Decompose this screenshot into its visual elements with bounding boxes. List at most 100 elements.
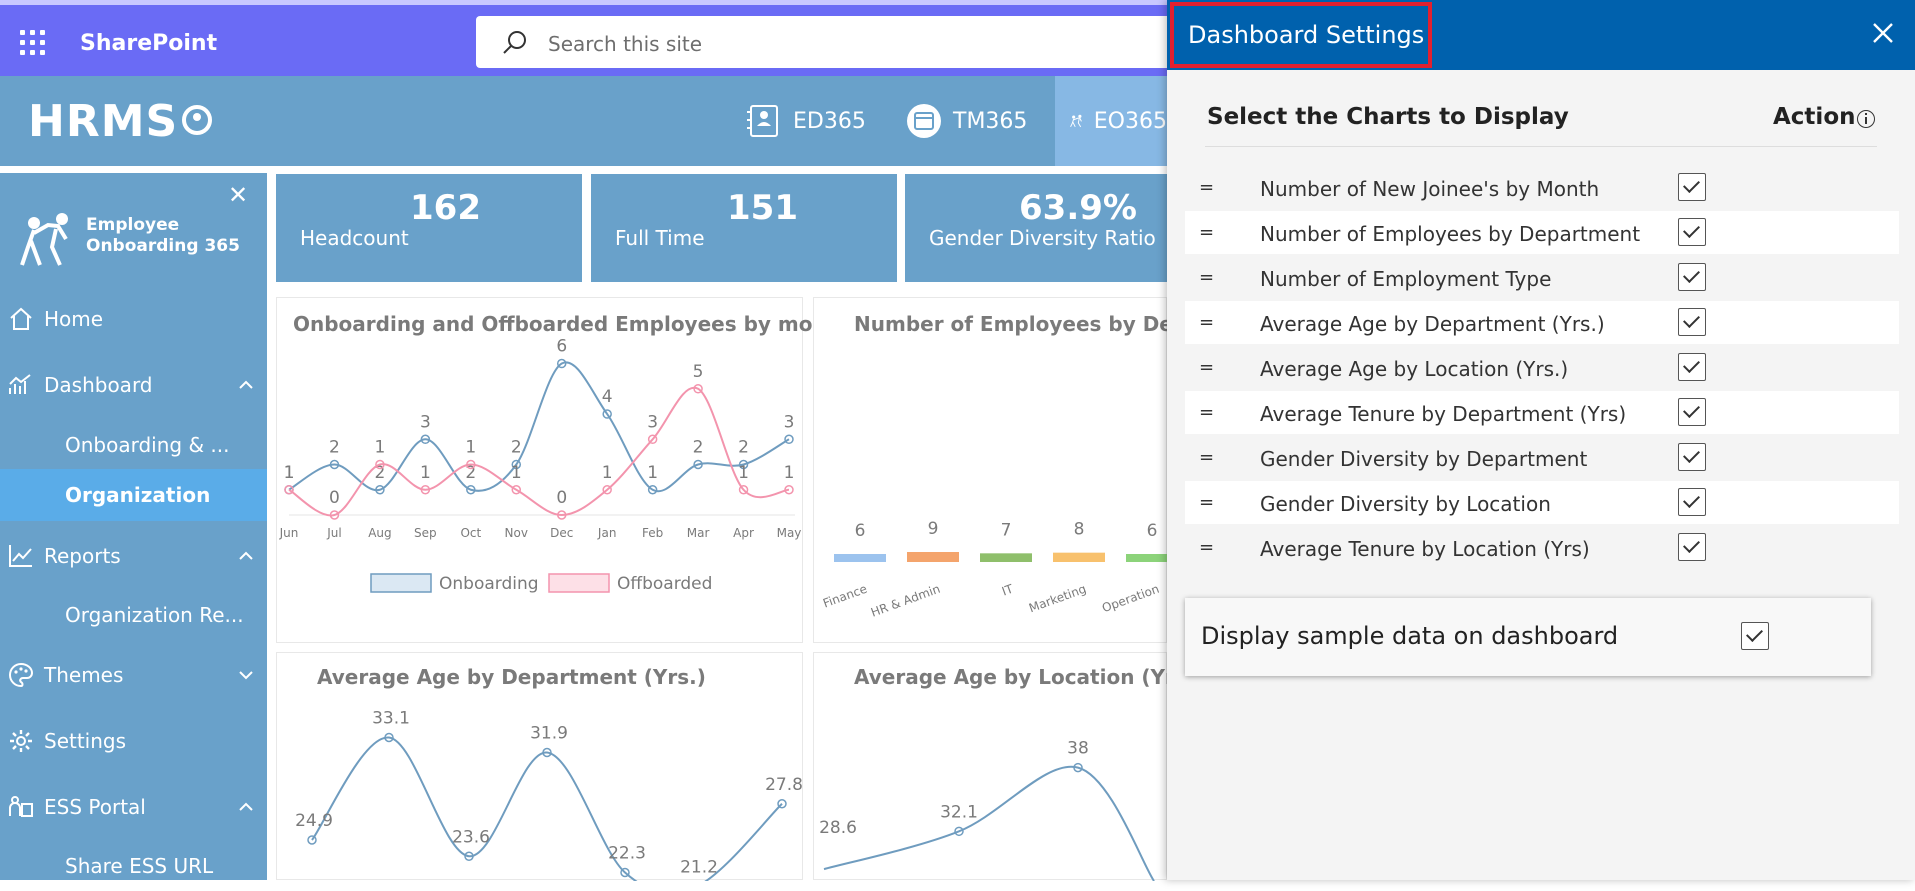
chart-option-checkbox[interactable] <box>1678 173 1706 201</box>
chart-option-checkbox[interactable] <box>1678 353 1706 381</box>
sidebar-item-themes[interactable]: Themes <box>0 650 267 700</box>
dashboard-chart-icon <box>9 374 31 394</box>
chart-option-label: Average Tenure by Location (Yrs) <box>1260 537 1590 561</box>
sidebar-item-organization-reports[interactable]: Organization Re... <box>0 590 267 640</box>
chart-option-row[interactable]: = Average Age by Location (Yrs.) <box>1185 346 1899 389</box>
sidebar-item-settings[interactable]: Settings <box>0 716 267 766</box>
bar <box>1053 552 1105 562</box>
time-management-icon <box>907 104 941 138</box>
x-tick-label: May <box>777 526 802 540</box>
hrms-logo[interactable]: HRMS <box>28 96 213 147</box>
chart-option-checkbox[interactable] <box>1678 398 1706 426</box>
chart-option-label: Average Tenure by Department (Yrs) <box>1260 402 1627 426</box>
sidebar-app-name-line2: Onboarding 365 <box>86 236 240 256</box>
chart-option-checkbox[interactable] <box>1678 308 1706 336</box>
info-icon[interactable] <box>1857 110 1875 128</box>
kpi-value: 162 <box>410 188 481 228</box>
drag-handle-icon[interactable]: = <box>1199 222 1214 243</box>
close-icon[interactable] <box>1870 20 1896 46</box>
kpi-label: Headcount <box>300 226 409 250</box>
data-label: 6 <box>855 521 866 541</box>
chart-card-employees-department: Number of Employees by Depart 6 Finance 9 H… <box>813 297 1220 643</box>
sidebar-item-organization[interactable]: Organization <box>0 469 267 521</box>
data-label: 2 <box>329 438 340 458</box>
employee-onboarding-logo-icon <box>20 213 68 266</box>
chevron-down-icon <box>239 671 253 680</box>
sidebar-app-header: Employee Onboarding 365 <box>16 209 256 269</box>
data-label: 9 <box>928 519 939 539</box>
x-tick-label: Jul <box>326 526 341 540</box>
chart-option-checkbox[interactable] <box>1678 443 1706 471</box>
data-label: 2 <box>511 438 522 458</box>
kpi-value: 63.9% <box>1019 188 1137 228</box>
sidebar-app-name: Employee Onboarding 365 <box>86 215 240 257</box>
chart-option-checkbox[interactable] <box>1678 533 1706 561</box>
hrms-logo-icon <box>182 105 213 135</box>
search-input[interactable]: Search this site <box>548 32 702 56</box>
drag-handle-icon[interactable]: = <box>1199 402 1214 423</box>
chart-option-checkbox[interactable] <box>1678 218 1706 246</box>
drag-handle-icon[interactable]: = <box>1199 357 1214 378</box>
tab-eo365[interactable]: EO365 <box>1055 76 1167 166</box>
chart-option-row[interactable]: = Gender Diversity by Location <box>1185 481 1899 524</box>
close-sidebar-icon[interactable]: ✕ <box>228 181 248 210</box>
x-tick-label: Feb <box>642 526 663 540</box>
chart-option-row[interactable]: = Average Tenure by Location (Yrs) <box>1185 526 1899 569</box>
data-label: 4 <box>602 387 613 407</box>
data-label: 5 <box>693 362 704 382</box>
sharepoint-title[interactable]: SharePoint <box>80 31 217 56</box>
sidebar-item-label: Dashboard <box>44 373 153 397</box>
sidebar-item-label: Onboarding & ... <box>65 433 230 457</box>
data-label: 7 <box>1001 520 1012 540</box>
chart-option-row[interactable]: = Number of Employees by Department <box>1185 211 1899 254</box>
sidebar-item-home[interactable]: Home <box>0 294 267 344</box>
data-label: 3 <box>647 412 658 432</box>
x-tick-label: Finance <box>821 582 869 611</box>
data-label: 3 <box>784 412 795 432</box>
chart-option-row[interactable]: = Number of Employment Type <box>1185 256 1899 299</box>
chart-option-checkbox[interactable] <box>1678 488 1706 516</box>
chart-option-row[interactable]: = Gender Diversity by Department <box>1185 436 1899 479</box>
sidebar-item-dashboard[interactable]: Dashboard <box>0 360 267 410</box>
onboarding-icon <box>1070 114 1082 128</box>
x-tick-label: Oct <box>460 526 481 540</box>
drag-handle-icon[interactable]: = <box>1199 537 1214 558</box>
chart-option-row[interactable]: = Number of New Joinee's by Month <box>1185 166 1899 209</box>
tab-tm365[interactable]: TM365 <box>905 76 1055 166</box>
data-label: 6 <box>1147 521 1158 541</box>
home-icon <box>10 307 32 330</box>
x-tick-label: Sep <box>414 526 437 540</box>
data-label: 31.9 <box>530 724 568 744</box>
drag-handle-icon[interactable]: = <box>1199 267 1214 288</box>
sidebar-item-share-ess-url[interactable]: Share ESS URL <box>0 841 267 891</box>
data-label: 1 <box>602 463 613 483</box>
age-location-line-chart: 28.6 32.1 38 <box>819 739 1155 881</box>
sidebar-item-reports[interactable]: Reports <box>0 531 267 581</box>
data-label: 33.1 <box>372 709 410 729</box>
bar <box>980 553 1032 562</box>
sidebar-item-label: Reports <box>44 544 121 568</box>
app-launcher-icon[interactable] <box>20 30 46 56</box>
search-box[interactable]: Search this site <box>476 16 1196 68</box>
data-label: 8 <box>1074 520 1085 540</box>
drag-handle-icon[interactable]: = <box>1199 447 1214 468</box>
drag-handle-icon[interactable]: = <box>1199 312 1214 333</box>
data-label: 24.9 <box>295 811 333 831</box>
tab-ed365[interactable]: ED365 <box>745 76 895 166</box>
x-tick-label: Jan <box>597 526 617 540</box>
chart-option-row[interactable]: = Average Tenure by Department (Yrs) <box>1185 391 1899 434</box>
chart-option-label: Number of Employees by Department <box>1260 222 1641 246</box>
drag-handle-icon[interactable]: = <box>1199 177 1214 198</box>
chart-option-row[interactable]: = Average Age by Department (Yrs.) <box>1185 301 1899 344</box>
dashboard-settings-panel: Dashboard Settings Select the Charts to … <box>1167 0 1915 880</box>
data-label: 1 <box>647 463 658 483</box>
sample-data-checkbox[interactable] <box>1741 622 1769 650</box>
sidebar-item-ess-portal[interactable]: ESS Portal <box>0 782 267 832</box>
drag-handle-icon[interactable]: = <box>1199 492 1214 513</box>
sidebar-item-onboarding[interactable]: Onboarding & ... <box>0 420 267 470</box>
reports-chart-icon <box>9 545 32 567</box>
data-label: 28.6 <box>819 818 857 838</box>
chart-option-checkbox[interactable] <box>1678 263 1706 291</box>
data-label: 21.2 <box>680 857 718 877</box>
chart-title: Number of Employees by Depart <box>854 312 1221 336</box>
